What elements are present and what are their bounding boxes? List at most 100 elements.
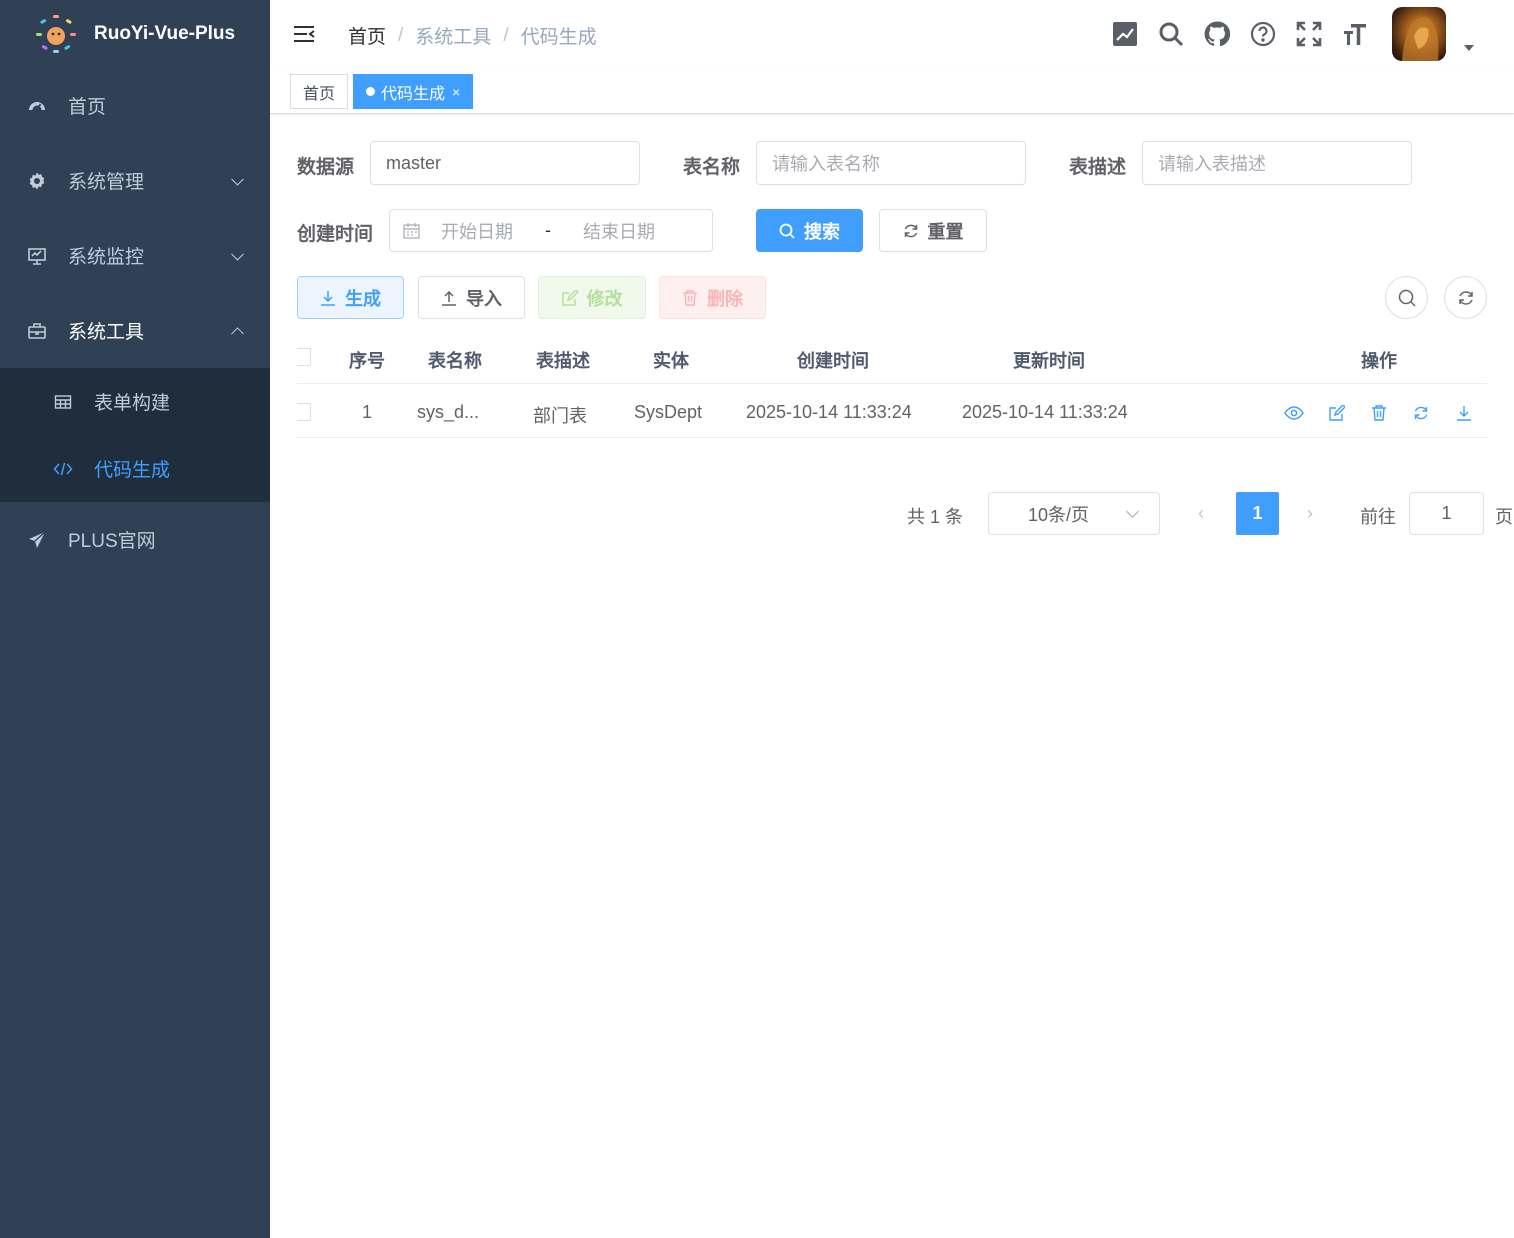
- reset-button[interactable]: 重置: [879, 209, 987, 252]
- tag-home[interactable]: 首页: [290, 74, 349, 109]
- navbar: 首页 / 系统工具 / 代码生成: [270, 0, 1514, 68]
- logo[interactable]: RuoYi-Vue-Plus: [0, 0, 270, 68]
- datasource-label: 数据源: [297, 157, 355, 178]
- sidebar-item-label: 系统工具: [68, 322, 145, 343]
- search-icon: [1398, 289, 1416, 307]
- delete-button-label: 删除: [707, 288, 743, 309]
- edit-icon[interactable]: [1326, 402, 1348, 424]
- select-all-checkbox[interactable]: [297, 348, 311, 366]
- chevron-down-icon: [1126, 505, 1139, 518]
- help-icon[interactable]: [1250, 21, 1276, 47]
- page-size-value: 10条/页: [1028, 504, 1090, 525]
- download-icon[interactable]: [1453, 402, 1475, 424]
- row-checkbox[interactable]: [297, 403, 311, 421]
- chevron-down-icon: [231, 247, 244, 261]
- header-table-name: 表名称: [428, 351, 482, 371]
- send-icon: [26, 529, 48, 551]
- navbar-tools: [1112, 0, 1514, 68]
- gear-icon: [26, 170, 48, 192]
- monitor-icon: [26, 245, 48, 267]
- table-name-input[interactable]: 请输入表名称: [756, 141, 1026, 185]
- search-button-label: 搜索: [804, 221, 840, 242]
- row-divider: [297, 437, 1487, 438]
- app-title: RuoYi-Vue-Plus: [94, 23, 236, 44]
- app-root: RuoYi-Vue-Plus 首页 系统管理 系统监控 系统工具 表单构建 代码…: [0, 0, 1514, 1238]
- delete-button[interactable]: 删除: [659, 276, 766, 319]
- font-size-icon[interactable]: [1342, 21, 1368, 47]
- date-range-picker[interactable]: 开始日期 - 结束日期: [389, 209, 713, 252]
- sidebar-item-label: 系统管理: [68, 172, 145, 193]
- sidebar-item-label: 表单构建: [94, 393, 171, 414]
- search-icon[interactable]: [1158, 21, 1184, 47]
- search-icon: [779, 223, 795, 239]
- preview-icon[interactable]: [1283, 402, 1305, 424]
- table-icon: [53, 392, 73, 412]
- caret-down-icon[interactable]: [1464, 45, 1474, 51]
- cell-index: 1: [362, 402, 373, 422]
- trash-icon[interactable]: [1368, 402, 1390, 424]
- cell-table-desc: 部门表: [533, 406, 587, 426]
- toggle-search-button[interactable]: [1385, 276, 1428, 319]
- sidebar-item-system-admin[interactable]: 系统管理: [0, 143, 270, 218]
- refresh-icon: [903, 223, 919, 239]
- import-button[interactable]: 导入: [418, 276, 525, 319]
- fullscreen-icon[interactable]: [1296, 21, 1322, 47]
- tag-label: 代码生成: [381, 85, 446, 103]
- sync-icon[interactable]: [1410, 402, 1432, 424]
- page-1-button[interactable]: 1: [1236, 492, 1279, 535]
- close-icon[interactable]: ×: [452, 84, 460, 100]
- search-button[interactable]: 搜索: [756, 209, 863, 252]
- calendar-icon: [403, 222, 420, 239]
- breadcrumb-system-tools: 系统工具: [415, 27, 492, 48]
- cell-created: 2025-10-14 11:33:24: [746, 402, 912, 422]
- end-date-input[interactable]: 结束日期: [583, 218, 655, 244]
- next-page-button[interactable]: ›: [1307, 503, 1313, 524]
- breadcrumb: 首页 / 系统工具 / 代码生成: [348, 22, 597, 49]
- create-time-label: 创建时间: [297, 224, 374, 245]
- prev-page-button[interactable]: ‹: [1198, 503, 1204, 524]
- sidebar-item-system-monitor[interactable]: 系统监控: [0, 218, 270, 293]
- header-table-desc: 表描述: [536, 351, 590, 371]
- page-size-select[interactable]: 10条/页: [988, 492, 1160, 535]
- table-desc-input[interactable]: 请输入表描述: [1142, 141, 1412, 185]
- sidebar-item-form-build[interactable]: 表单构建: [0, 368, 270, 435]
- chart-icon[interactable]: [1112, 21, 1138, 47]
- cell-table-name: sys_d...: [417, 402, 480, 422]
- breadcrumb-separator: /: [503, 24, 509, 46]
- submenu-system-tools: 表单构建 代码生成: [0, 368, 270, 502]
- chevron-up-icon: [231, 326, 244, 340]
- logo-icon: [34, 12, 78, 56]
- github-icon[interactable]: [1204, 21, 1230, 47]
- breadcrumb-home[interactable]: 首页: [348, 22, 386, 49]
- sidebar-item-plus-website[interactable]: PLUS官网: [0, 502, 270, 577]
- sidebar-item-system-tools[interactable]: 系统工具: [0, 293, 270, 368]
- sidebar-item-label: 代码生成: [94, 460, 171, 481]
- sidebar-item-label: PLUS官网: [68, 531, 156, 552]
- download-icon: [320, 290, 336, 306]
- goto-label: 前往: [1360, 507, 1396, 527]
- page-suffix: 页: [1495, 507, 1513, 527]
- sidebar-item-home[interactable]: 首页: [0, 68, 270, 143]
- datasource-select[interactable]: master: [370, 141, 640, 185]
- avatar[interactable]: [1392, 7, 1446, 61]
- tag-label: 首页: [303, 85, 336, 103]
- refresh-button[interactable]: [1444, 276, 1487, 319]
- breadcrumb-code-gen: 代码生成: [520, 27, 597, 48]
- dashboard-icon: [26, 95, 48, 117]
- edit-icon: [561, 289, 578, 306]
- code-icon: [53, 459, 73, 479]
- edit-button[interactable]: 修改: [538, 276, 646, 319]
- row-divider: [297, 383, 1487, 384]
- table-desc-label: 表描述: [1069, 157, 1127, 178]
- cell-entity: SysDept: [634, 402, 703, 422]
- goto-page-input[interactable]: 1: [1409, 492, 1484, 535]
- active-dot-icon: [366, 87, 375, 96]
- table-name-label: 表名称: [683, 157, 741, 178]
- sidebar-item-code-gen[interactable]: 代码生成: [0, 435, 270, 502]
- toolbox-icon: [26, 320, 48, 342]
- tag-code-gen[interactable]: 代码生成 ×: [353, 74, 474, 109]
- generate-button[interactable]: 生成: [297, 276, 404, 319]
- hamburger-icon[interactable]: [292, 22, 316, 46]
- pagination-total: 共 1 条: [907, 507, 964, 527]
- start-date-input[interactable]: 开始日期: [441, 218, 513, 244]
